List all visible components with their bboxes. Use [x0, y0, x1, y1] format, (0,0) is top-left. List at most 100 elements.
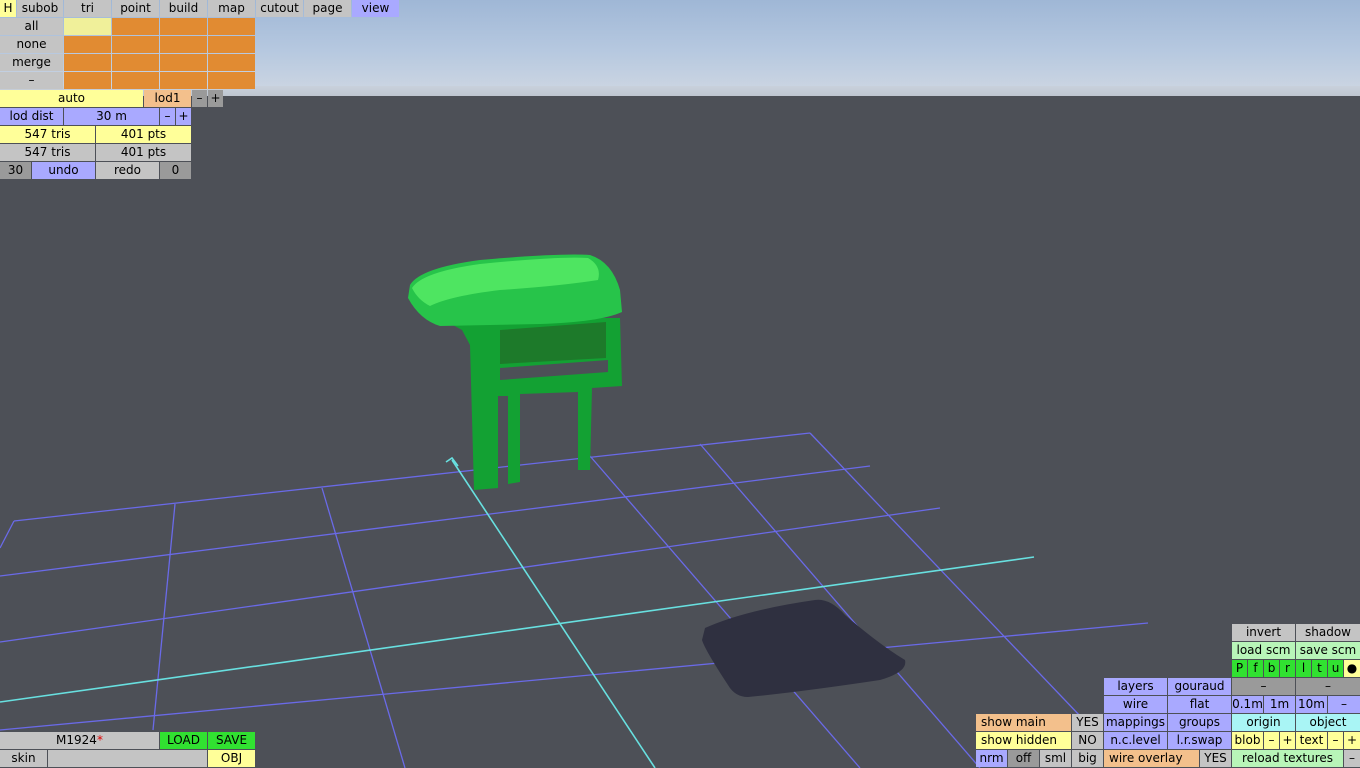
show-main-label[interactable]: show main [976, 714, 1071, 731]
menu-map[interactable]: map [208, 0, 255, 17]
layer-cell[interactable] [208, 54, 255, 71]
lod-dist-minus-button[interactable]: – [160, 108, 175, 125]
text-minus-button[interactable]: – [1328, 732, 1343, 749]
origin-button[interactable]: origin [1232, 714, 1295, 731]
view-f-button[interactable]: f [1248, 660, 1263, 677]
off-button[interactable]: off [1008, 750, 1039, 767]
menu-page[interactable]: page [304, 0, 351, 17]
dash-button-2[interactable]: – [1296, 678, 1360, 695]
show-hidden-label[interactable]: show hidden [976, 732, 1071, 749]
big-button[interactable]: big [1072, 750, 1103, 767]
layers-button[interactable]: layers [1104, 678, 1167, 695]
redo-button[interactable]: redo [96, 162, 159, 179]
wire-overlay-value[interactable]: YES [1200, 750, 1231, 767]
nrm-button[interactable]: nrm [976, 750, 1007, 767]
blob-button[interactable]: blob [1232, 732, 1263, 749]
shadow-button[interactable]: shadow [1296, 624, 1360, 641]
invert-button[interactable]: invert [1232, 624, 1295, 641]
groups-button[interactable]: groups [1168, 714, 1231, 731]
lod-level-button[interactable]: lod1 [144, 90, 191, 107]
view-r-button[interactable]: r [1280, 660, 1295, 677]
dash-button-1[interactable]: – [1232, 678, 1295, 695]
wire-button[interactable]: wire [1104, 696, 1167, 713]
model-name: M1924 [56, 733, 97, 747]
text-button[interactable]: text [1296, 732, 1327, 749]
layer-cell[interactable] [64, 36, 111, 53]
nc-level-button[interactable]: n.c.level [1104, 732, 1167, 749]
merge-button[interactable]: merge [0, 54, 63, 71]
object-button[interactable]: object [1296, 714, 1360, 731]
layer-cell[interactable] [160, 72, 207, 89]
view-u-button[interactable]: u [1328, 660, 1343, 677]
menu-tri[interactable]: tri [64, 0, 111, 17]
view-p-button[interactable]: P [1232, 660, 1247, 677]
undo-button[interactable]: undo [32, 162, 95, 179]
select-all-button[interactable]: all [0, 18, 63, 35]
save-button[interactable]: SAVE [208, 732, 255, 749]
blob-minus-button[interactable]: – [1264, 732, 1279, 749]
lod-dist-value[interactable]: 30 m [64, 108, 159, 125]
lod-auto-button[interactable]: auto [0, 90, 143, 107]
lod-minus-button[interactable]: – [192, 90, 207, 107]
save-scm-button[interactable]: save scm [1296, 642, 1360, 659]
lod-dist-label: lod dist [0, 108, 63, 125]
view-dot-button[interactable]: ● [1344, 660, 1360, 677]
select-none-button[interactable]: none [0, 36, 63, 53]
model-shadow [702, 599, 906, 697]
skin-field[interactable] [48, 750, 207, 767]
wire-overlay-label[interactable]: wire overlay [1104, 750, 1199, 767]
layer-cell[interactable] [112, 72, 159, 89]
layer-cell[interactable] [112, 54, 159, 71]
view-t-button[interactable]: t [1312, 660, 1327, 677]
layer-cell[interactable] [208, 18, 255, 35]
layer-cell[interactable] [64, 18, 111, 35]
text-plus-button[interactable]: + [1344, 732, 1360, 749]
blob-plus-button[interactable]: + [1280, 732, 1295, 749]
skin-label: skin [0, 750, 47, 767]
load-button[interactable]: LOAD [160, 732, 207, 749]
tris-count-total: 547 tris [0, 144, 95, 161]
layer-cell[interactable] [208, 36, 255, 53]
pts-count-total: 401 pts [96, 144, 191, 161]
menu-view[interactable]: view [352, 0, 399, 17]
flat-button[interactable]: flat [1168, 696, 1231, 713]
sml-button[interactable]: sml [1040, 750, 1071, 767]
tris-count: 547 tris [0, 126, 95, 143]
show-hidden-value[interactable]: NO [1072, 732, 1103, 749]
mappings-button[interactable]: mappings [1104, 714, 1167, 731]
lr-swap-button[interactable]: l.r.swap [1168, 732, 1231, 749]
menu-subob[interactable]: subob [17, 0, 63, 17]
view-l-button[interactable]: l [1296, 660, 1311, 677]
scale-minus-button[interactable]: – [1328, 696, 1360, 713]
3d-model[interactable] [408, 254, 622, 490]
pts-count: 401 pts [96, 126, 191, 143]
menu-cutout[interactable]: cutout [256, 0, 303, 17]
lod-plus-button[interactable]: + [208, 90, 223, 107]
layer-cell[interactable] [112, 36, 159, 53]
menu-h[interactable]: H [0, 0, 16, 17]
select-minus-button[interactable]: – [0, 72, 63, 89]
redo-count: 0 [160, 162, 191, 179]
layer-cell[interactable] [160, 18, 207, 35]
obj-button[interactable]: OBJ [208, 750, 255, 767]
load-scm-button[interactable]: load scm [1232, 642, 1295, 659]
gouraud-button[interactable]: gouraud [1168, 678, 1231, 695]
view-b-button[interactable]: b [1264, 660, 1279, 677]
scale-10m-button[interactable]: 10m [1296, 696, 1327, 713]
model-name-field[interactable]: M1924* [0, 732, 159, 749]
show-main-value[interactable]: YES [1072, 714, 1103, 731]
reload-textures-button[interactable]: reload textures [1232, 750, 1343, 767]
layer-cell[interactable] [160, 54, 207, 71]
layer-cell[interactable] [208, 72, 255, 89]
scale-0-1m-button[interactable]: 0.1m [1232, 696, 1263, 713]
layer-cell[interactable] [64, 72, 111, 89]
layer-cell[interactable] [112, 18, 159, 35]
layer-cell[interactable] [160, 36, 207, 53]
menu-build[interactable]: build [160, 0, 207, 17]
lod-dist-plus-button[interactable]: + [176, 108, 191, 125]
scale-1m-button[interactable]: 1m [1264, 696, 1295, 713]
menu-point[interactable]: point [112, 0, 159, 17]
layer-cell[interactable] [64, 54, 111, 71]
reload-minus-button[interactable]: – [1344, 750, 1360, 767]
3d-viewport[interactable] [0, 0, 1360, 768]
